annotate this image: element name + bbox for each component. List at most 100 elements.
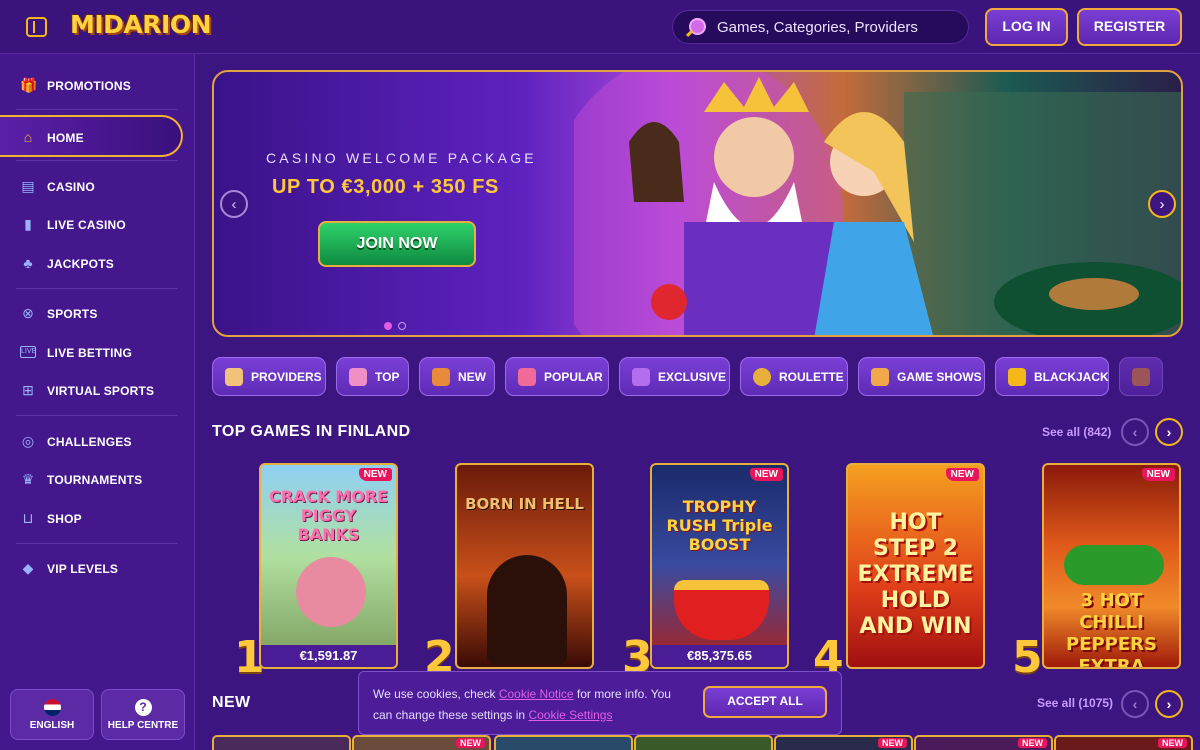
login-button[interactable]: LOG IN [985, 8, 1068, 46]
help-icon: ? [134, 699, 152, 716]
hero-prev-arrow-icon[interactable]: ‹ [220, 190, 248, 218]
sidebar-item-label: CASINO [47, 180, 95, 194]
exclusive-icon [632, 368, 650, 386]
hero-illustration [574, 72, 1181, 335]
sidebar-item-home[interactable]: ⌂ HOME [0, 115, 183, 157]
game-card-3-hot-chilli-peppers[interactable]: NEW 3 HOT CHILLI PEPPERS EXTRA [1042, 463, 1181, 669]
sidebar-toggle-icon[interactable] [26, 17, 47, 37]
category-game-shows[interactable]: GAME SHOWS [858, 357, 985, 396]
accept-all-button[interactable]: ACCEPT ALL [703, 686, 827, 718]
clover-icon: ♣ [23, 255, 33, 271]
uk-flag-icon [43, 699, 61, 716]
target-icon: ◎ [21, 433, 35, 449]
providers-icon [225, 368, 243, 386]
new-games-next-arrow-icon[interactable]: › [1155, 690, 1183, 718]
new-badge: NEW [1141, 468, 1175, 481]
join-now-button[interactable]: JOIN NOW [318, 221, 476, 267]
sidebar-item-label: PROMOTIONS [47, 79, 132, 93]
jackpot-value: €1,591.87 [261, 645, 396, 667]
hero-title: UP TO €3,000 + 350 FS [272, 176, 499, 198]
new-game-card[interactable]: NEW [774, 735, 913, 750]
sidebar-item-virtual-sports[interactable]: ⊞ VIRTUAL SPORTS [0, 373, 183, 407]
jackpot-value: €85,375.65 [652, 645, 787, 667]
divider [16, 109, 177, 110]
sidebar-item-promotions[interactable]: 🎁 PROMOTIONS [0, 68, 183, 102]
sidebar-item-label: LIVE BETTING [47, 346, 133, 360]
trophy-icon: ♛ [21, 471, 35, 487]
section-title-new: NEW [212, 694, 251, 711]
language-button[interactable]: ENGLISH [10, 689, 94, 740]
category-label: EXCLUSIVE [658, 370, 727, 384]
help-centre-button[interactable]: ? HELP CENTRE [101, 689, 185, 740]
cookie-text-part: We use cookies, check [373, 687, 499, 701]
language-label: ENGLISH [29, 720, 75, 731]
category-new[interactable]: NEW [419, 357, 495, 396]
category-providers[interactable]: PROVIDERS [212, 357, 326, 396]
rank-number: 5 [1012, 632, 1043, 683]
cookie-settings-link[interactable]: Cookie Settings [528, 708, 612, 722]
category-label: POPULAR [544, 370, 603, 384]
divider [16, 288, 177, 289]
game-card-trophy-rush[interactable]: NEW TROPHY RUSH Triple BOOST €85,375.65 [650, 463, 789, 669]
cards-icon: ▮ [24, 216, 32, 232]
gamepad-icon: ⊞ [22, 382, 34, 398]
new-games-prev-arrow-icon[interactable]: ‹ [1121, 690, 1149, 718]
blackjack-icon [1008, 368, 1026, 386]
sidebar-item-sports[interactable]: ⊗ SPORTS [0, 296, 183, 330]
see-all-new-link[interactable]: See all (1075) [1037, 696, 1113, 710]
category-label: TOP [375, 370, 400, 384]
search-input[interactable]: Games, Categories, Providers [672, 10, 969, 44]
category-more[interactable] [1119, 357, 1163, 396]
hero-next-arrow-icon[interactable]: › [1148, 190, 1176, 218]
sidebar-item-casino[interactable]: ▤ CASINO [0, 169, 183, 203]
new-game-card[interactable]: NEW [1054, 735, 1193, 750]
search-placeholder: Games, Categories, Providers [717, 19, 918, 36]
game-title-art: CRACK MORE PIGGY BANKS [269, 487, 388, 544]
new-game-card[interactable] [494, 735, 633, 750]
new-game-card[interactable] [212, 735, 351, 750]
chilli-pepper [1064, 545, 1164, 585]
new-game-card[interactable] [634, 735, 773, 750]
sidebar-item-live-betting[interactable]: LIVE LIVE BETTING [0, 335, 183, 369]
top-games-next-arrow-icon[interactable]: › [1155, 418, 1183, 446]
pagination-dot-active[interactable] [384, 322, 392, 330]
category-roulette[interactable]: ROULETTE [740, 357, 848, 396]
top-games-prev-arrow-icon[interactable]: ‹ [1121, 418, 1149, 446]
sidebar-item-vip-levels[interactable]: ◆ VIP LEVELS [0, 551, 183, 585]
category-top[interactable]: TOP [336, 357, 409, 396]
hero-banner[interactable]: CASINO WELCOME PACKAGE UP TO €3,000 + 35… [212, 70, 1183, 337]
cookie-notice-link[interactable]: Cookie Notice [499, 687, 574, 701]
trophy-pot [674, 580, 769, 640]
hero-subtitle: CASINO WELCOME PACKAGE [266, 150, 537, 166]
game-card-crack-more-piggy-banks[interactable]: NEW CRACK MORE PIGGY BANKS €1,591.87 [259, 463, 398, 669]
game-card-born-in-hell[interactable]: BORN IN HELL [455, 463, 594, 669]
game-title-art: TROPHY RUSH Triple BOOST [666, 497, 773, 554]
sidebar-item-shop[interactable]: ⊔ SHOP [0, 501, 183, 535]
pagination-dot[interactable] [398, 322, 406, 330]
category-blackjack[interactable]: BLACKJACK [995, 357, 1109, 396]
register-button[interactable]: REGISTER [1077, 8, 1182, 46]
slot-machine-icon: ▤ [21, 178, 35, 194]
ball-icon: ⊗ [22, 305, 34, 321]
basket-icon: ⊔ [22, 510, 34, 526]
sidebar-item-live-casino[interactable]: ▮ LIVE CASINO [0, 207, 183, 241]
roulette-icon [753, 368, 771, 386]
game-card-hot-step-2[interactable]: NEW HOT STEP 2 EXTREME HOLD AND WIN [846, 463, 985, 669]
see-all-top-games-link[interactable]: See all (842) [1042, 425, 1111, 439]
gift-icon: 🎁 [20, 77, 38, 93]
section-title-top-games: TOP GAMES IN FINLAND [212, 423, 411, 440]
demon-character [487, 555, 567, 665]
new-icon [432, 368, 450, 386]
top-icon [349, 368, 367, 386]
new-game-card[interactable]: NEW [352, 735, 491, 750]
sidebar-item-jackpots[interactable]: ♣ JACKPOTS [0, 246, 183, 280]
sidebar-item-challenges[interactable]: ◎ CHALLENGES [0, 424, 183, 458]
game-title-art: BORN IN HELL [465, 495, 584, 513]
category-exclusive[interactable]: EXCLUSIVE [619, 357, 730, 396]
sidebar-item-tournaments[interactable]: ♛ TOURNAMENTS [0, 462, 183, 496]
new-game-card[interactable]: NEW [914, 735, 1053, 750]
top-bar: MIDARION Games, Categories, Providers LO… [0, 0, 1200, 54]
category-popular[interactable]: POPULAR [505, 357, 609, 396]
logo[interactable]: MIDARION [70, 10, 212, 39]
sidebar: 🎁 PROMOTIONS ⌂ HOME ▤ CASINO ▮ LIVE CASI… [0, 54, 195, 750]
